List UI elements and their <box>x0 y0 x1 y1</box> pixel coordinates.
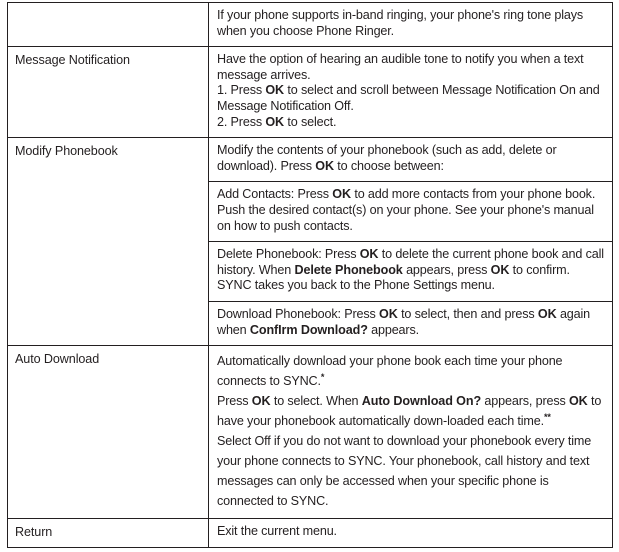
emphasis-text: OK <box>315 158 334 173</box>
feature-label: Return <box>15 525 53 540</box>
description-cell: Modify the contents of your phonebook (s… <box>208 137 613 347</box>
feature-label: Auto Download <box>15 352 100 367</box>
feature-cell: Return <box>7 518 209 549</box>
footnote-marker: * <box>320 371 325 382</box>
feature-cell: Auto Download <box>7 345 209 520</box>
description-block: If your phone supports in-band ringing, … <box>217 8 584 38</box>
feature-label: Message Notification <box>15 53 130 68</box>
feature-cell: Modify Phonebook <box>7 137 209 347</box>
emphasis-text: OK <box>265 83 285 98</box>
description-block: Have the option of hearing an audible to… <box>217 52 600 129</box>
table-body: If your phone supports in-band ringing, … <box>7 1 613 549</box>
emphasis-text: OK <box>359 247 379 262</box>
emphasis-text: OK <box>568 394 588 409</box>
table-row: Auto Download Automatically download your… <box>7 345 613 520</box>
emphasis-text: OK <box>537 306 557 321</box>
description-block: Modify the contents of your phonebook (s… <box>217 143 557 173</box>
footnote-marker: ** <box>543 411 551 422</box>
description-block: Download Phonebook: Press OK to select, … <box>209 300 612 345</box>
emphasis-text: Delete Phonebook <box>294 262 403 277</box>
description-cell: Exit the current menu. <box>208 518 613 549</box>
emphasis-text: OK <box>379 306 398 321</box>
description-stack: Modify the contents of your phonebook (s… <box>209 138 612 345</box>
description-block: Add Contacts: Press OK to add more conta… <box>209 181 612 241</box>
table-row: Message Notification Have the option of h… <box>7 46 613 139</box>
table-row: Return Exit the current menu. <box>7 518 613 549</box>
manual-page: If your phone supports in-band ringing, … <box>0 0 619 552</box>
emphasis-text: OK <box>251 394 271 409</box>
phone-settings-table: If your phone supports in-band ringing, … <box>7 1 613 549</box>
feature-label <box>8 3 208 16</box>
emphasis-text: OK <box>490 262 510 277</box>
emphasis-text: ConfIrm Download? <box>249 322 368 337</box>
emphasis-text: OK <box>265 114 285 129</box>
feature-label: Modify Phonebook <box>15 144 118 159</box>
description-cell: Automatically download your phone book e… <box>208 345 613 520</box>
description-cell: If your phone supports in-band ringing, … <box>208 1 613 48</box>
description-block: Exit the current menu. <box>217 524 337 539</box>
description-stack: If your phone supports in-band ringing, … <box>209 3 612 46</box>
description-stack: Exit the current menu. <box>209 519 612 547</box>
description-block: Automatically download your phone book e… <box>217 354 602 509</box>
description-stack: Automatically download your phone book e… <box>209 346 612 518</box>
description-stack: Have the option of hearing an audible to… <box>209 47 612 137</box>
feature-cell: Message Notification <box>7 46 209 139</box>
feature-cell <box>7 1 209 48</box>
table-row: Modify Phonebook Modify the contents of y… <box>7 137 613 347</box>
emphasis-text: Auto Download On? <box>361 394 482 409</box>
description-block: Delete Phonebook: Press OK to delete the… <box>209 241 612 301</box>
table-row: If your phone supports in-band ringing, … <box>7 1 613 48</box>
emphasis-text: OK <box>332 187 351 202</box>
description-cell: Have the option of hearing an audible to… <box>208 46 613 139</box>
